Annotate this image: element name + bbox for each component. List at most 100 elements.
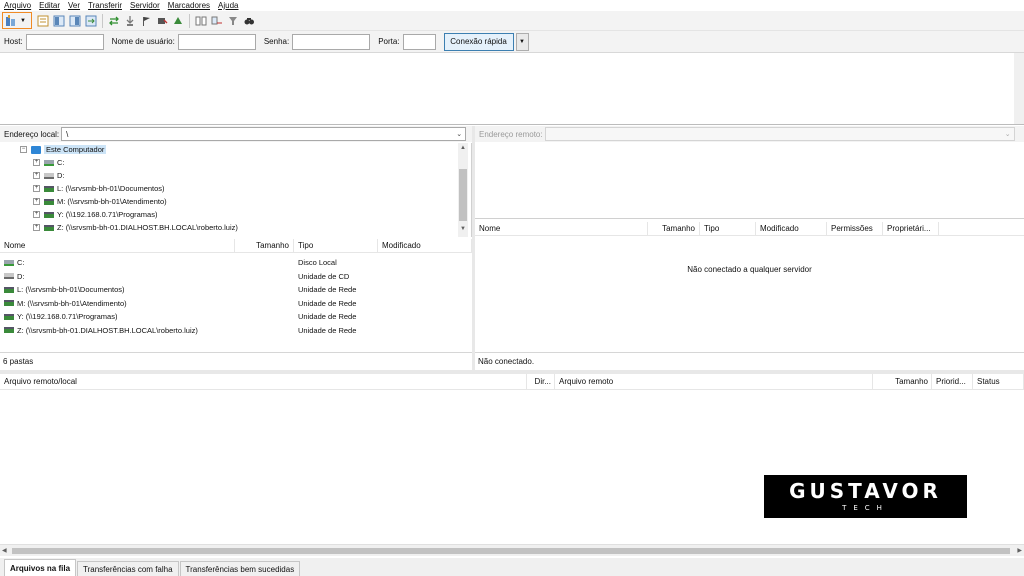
sync-browsing-button[interactable] xyxy=(210,14,224,28)
tree-node[interactable]: + M: (\\srvsmb-bh-01\Atendimento) xyxy=(0,195,471,208)
local-address-input[interactable]: \ ⌄ xyxy=(61,127,467,141)
file-row[interactable]: L: (\\srvsmb-bh-01\Documentos) Unidade de… xyxy=(0,283,472,297)
queue-column-header[interactable]: Priorid... xyxy=(932,373,973,390)
tree-node[interactable]: + D: xyxy=(0,169,471,182)
tree-node[interactable]: − Este Computador xyxy=(0,143,471,156)
menu-transferir[interactable]: Transferir xyxy=(88,1,122,10)
scroll-right-icon[interactable]: ▶ xyxy=(1017,547,1022,554)
username-label: Nome de usuário: xyxy=(111,37,175,46)
password-input[interactable] xyxy=(292,33,371,50)
find-files-button[interactable] xyxy=(242,14,256,28)
recursive-filter-icon xyxy=(229,16,237,25)
expand-icon[interactable]: + xyxy=(33,172,40,179)
menu-servidor[interactable]: Servidor xyxy=(130,1,160,10)
file-name: C: xyxy=(17,258,25,268)
column-header[interactable]: Permissões xyxy=(827,221,883,236)
expand-icon[interactable]: + xyxy=(33,159,40,166)
queue-column-header[interactable]: Arquivo remoto xyxy=(555,373,873,390)
message-log-button[interactable] xyxy=(36,14,50,28)
expand-icon[interactable]: + xyxy=(33,224,40,231)
expand-icon[interactable]: + xyxy=(33,198,40,205)
sync-browsing-icon xyxy=(211,16,222,24)
queue-tab[interactable]: Arquivos na fila xyxy=(4,559,77,576)
host-label: Host: xyxy=(4,37,23,46)
queue-column-header[interactable]: Tamanho xyxy=(873,373,932,390)
message-log-scrollbar[interactable] xyxy=(1014,53,1024,124)
column-header[interactable]: Nome xyxy=(475,221,648,236)
menu-bar: Arquivo Editar Ver Transferir Servidor Marcad… xyxy=(0,0,1024,11)
queue-tab[interactable]: Transferências com falha xyxy=(77,561,179,576)
scroll-up-icon[interactable]: ▲ xyxy=(460,145,466,151)
menu-arquivo[interactable]: Arquivo xyxy=(4,1,31,10)
reconnect-icon xyxy=(174,16,182,24)
column-header[interactable]: Proprietári... xyxy=(883,221,939,236)
menu-ver[interactable]: Ver xyxy=(68,1,80,10)
chevron-down-icon[interactable]: ⌄ xyxy=(1005,130,1011,138)
column-header[interactable]: Nome xyxy=(0,238,235,253)
column-header[interactable]: Modificado xyxy=(756,221,827,236)
process-queue-button[interactable] xyxy=(123,14,137,28)
quickconnect-history-dropdown[interactable]: ▼ xyxy=(515,32,529,51)
file-row[interactable]: Y: (\\192.168.0.71\Programas) Unidade de … xyxy=(0,310,472,324)
file-row[interactable]: D: Unidade de CD xyxy=(0,270,472,284)
site-manager-button[interactable]: ▼ xyxy=(2,12,32,29)
file-type: Unidade de Rede xyxy=(298,325,357,335)
scroll-down-icon[interactable]: ▼ xyxy=(460,226,466,232)
column-header[interactable]: Tamanho xyxy=(648,221,700,236)
tree-node[interactable]: + Y: (\\192.168.0.71\Programas) xyxy=(0,208,471,221)
expand-icon[interactable]: + xyxy=(33,211,40,218)
transfer-queue-list[interactable] xyxy=(0,390,1024,544)
file-row[interactable]: Z: (\\srvsmb-bh-01.DIALHOST.BH.LOCAL\rob… xyxy=(0,324,472,338)
local-status-bar: 6 pastas xyxy=(0,352,472,370)
local-tree-button[interactable] xyxy=(52,14,66,28)
menu-editar[interactable]: Editar xyxy=(39,1,60,10)
remote-address-input[interactable]: ⌄ xyxy=(544,127,1015,141)
collapse-icon[interactable]: − xyxy=(20,146,27,153)
recursive-filter-button[interactable] xyxy=(226,14,240,28)
queue-column-header[interactable]: Arquivo remoto/local xyxy=(0,373,527,390)
directory-comparison-button[interactable] xyxy=(194,14,208,28)
refresh-button[interactable] xyxy=(107,14,121,28)
menu-ajuda[interactable]: Ajuda xyxy=(218,1,238,10)
tree-node[interactable]: + Z: (\\srvsmb-bh-01.DIALHOST.BH.LOCAL\ro… xyxy=(0,221,471,234)
column-header[interactable]: Tipo xyxy=(700,221,756,236)
column-header[interactable]: Tipo xyxy=(294,238,378,253)
host-input[interactable] xyxy=(25,33,104,50)
menu-marcadores[interactable]: Marcadores xyxy=(168,1,210,10)
message-log-icon xyxy=(37,15,49,26)
column-header[interactable]: Tamanho xyxy=(235,238,294,253)
port-input[interactable] xyxy=(402,33,436,50)
queue-column-header[interactable]: Status xyxy=(973,373,1024,390)
logo-main-text: GUSTAVOR xyxy=(789,479,942,503)
queue-tabs: Arquivos na fila Transferências com falha… xyxy=(0,558,1024,576)
remote-file-list[interactable]: Não conectado a qualquer servidor xyxy=(475,237,1024,352)
local-directory-tree[interactable]: − Este Computador + C: + D: + L: (\\srvsmb-bh-0… xyxy=(0,143,472,237)
expand-icon[interactable]: + xyxy=(33,185,40,192)
tree-node-label: D: xyxy=(57,171,65,180)
reconnect-button[interactable] xyxy=(171,14,185,28)
queue-column-header[interactable]: Dir... xyxy=(527,373,555,390)
file-row[interactable]: C: Disco Local xyxy=(0,256,472,270)
local-file-list[interactable]: C: Disco Local D: Unidade de CD L: (\\srvsmb… xyxy=(0,254,472,352)
chevron-down-icon[interactable]: ⌄ xyxy=(456,130,462,138)
column-header[interactable]: Modificado xyxy=(378,238,472,253)
cancel-button[interactable] xyxy=(139,14,153,28)
queue-scroll-thumb[interactable] xyxy=(12,548,1010,554)
queue-tab[interactable]: Transferências bem sucedidas xyxy=(179,561,301,576)
message-log[interactable] xyxy=(0,53,1024,125)
chevron-down-icon[interactable]: ▼ xyxy=(20,18,26,24)
remote-empty-message: Não conectado a qualquer servidor xyxy=(687,265,812,274)
file-row[interactable]: M: (\\srvsmb-bh-01\Atendimento) Unidade d… xyxy=(0,297,472,311)
username-input[interactable] xyxy=(177,33,256,50)
quickconnect-button[interactable]: Conexão rápida xyxy=(443,32,514,51)
toolbar-separator xyxy=(189,13,190,28)
transfer-queue-button[interactable] xyxy=(84,14,98,28)
local-tree-scroll-thumb[interactable] xyxy=(459,169,467,221)
tree-node[interactable]: + C: xyxy=(0,156,471,169)
remote-tree-button[interactable] xyxy=(68,14,82,28)
queue-horizontal-scrollbar[interactable]: ◀ ▶ xyxy=(0,544,1024,556)
tree-node[interactable]: + L: (\\srvsmb-bh-01\Documentos) xyxy=(0,182,471,195)
remote-directory-tree[interactable] xyxy=(475,143,1024,219)
scroll-left-icon[interactable]: ◀ xyxy=(2,547,7,554)
disconnect-button[interactable] xyxy=(155,14,169,28)
